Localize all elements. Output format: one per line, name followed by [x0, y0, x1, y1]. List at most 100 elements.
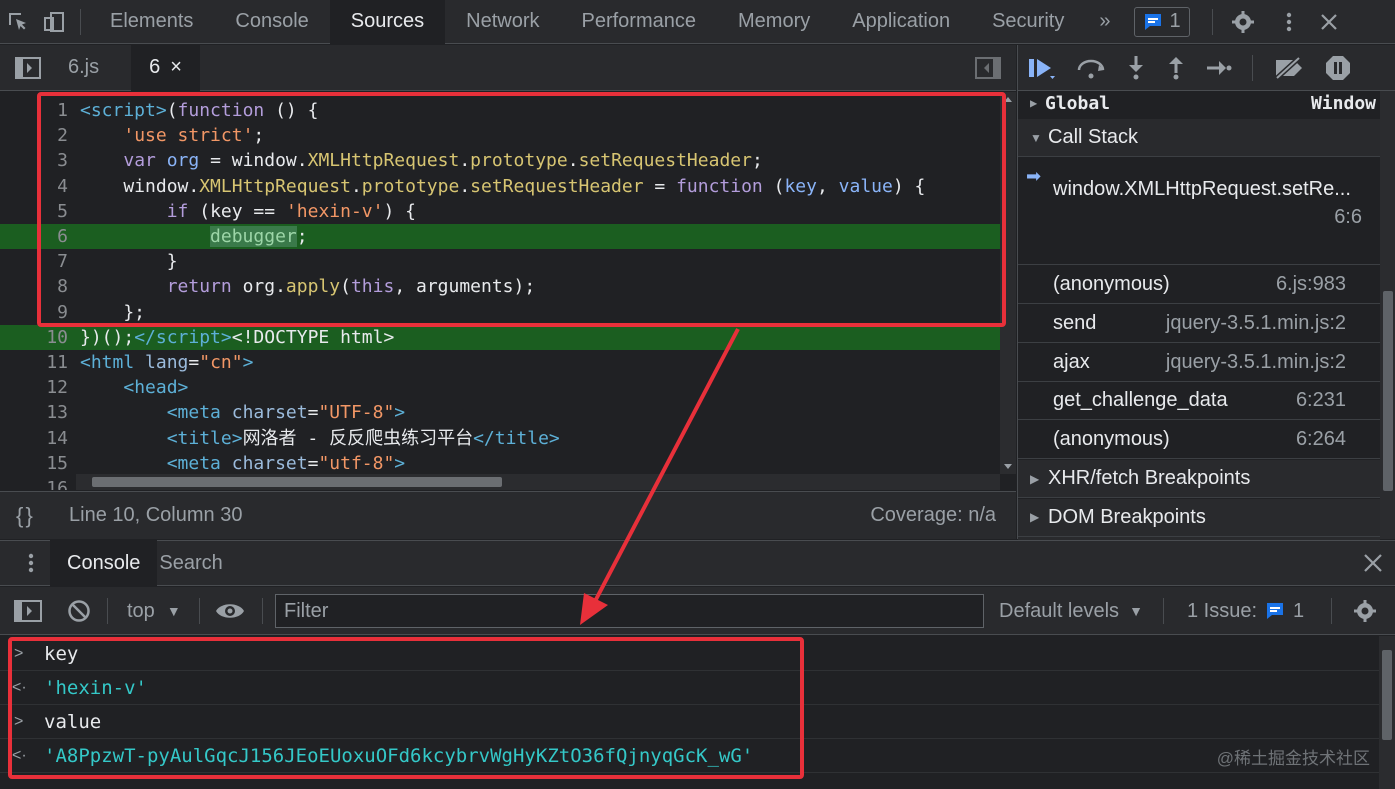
code-line[interactable]: 12 <head> — [0, 375, 1000, 400]
line-number[interactable]: 10 — [0, 325, 68, 350]
line-number[interactable]: 9 — [0, 300, 68, 325]
line-number[interactable]: 13 — [0, 400, 68, 425]
call-stack-frame[interactable]: (anonymous) 6:264 — [1018, 421, 1380, 459]
debugger-section-header[interactable]: ▶ DOM Breakpoints — [1018, 498, 1380, 537]
line-number[interactable]: 2 — [0, 123, 68, 148]
resume-icon[interactable] — [1028, 56, 1056, 80]
frame-location[interactable]: 6:231 — [1296, 389, 1346, 412]
step-out-icon[interactable] — [1166, 55, 1186, 81]
coverage-status[interactable]: Coverage: n/a — [870, 504, 996, 527]
scope-global[interactable]: ▶ Global Window — [1018, 91, 1380, 115]
console-sidebar-icon[interactable] — [14, 599, 42, 623]
close-drawer-icon[interactable] — [1345, 553, 1395, 573]
code-line[interactable]: 10})();</script><!DOCTYPE html> — [0, 324, 1000, 350]
clear-console-icon[interactable] — [67, 599, 91, 623]
frame-location[interactable]: jquery-3.5.1.min.js:2 — [1166, 312, 1346, 335]
console-scroll-thumb[interactable] — [1382, 650, 1392, 740]
frame-location[interactable]: 6:6 — [1334, 206, 1362, 229]
tab-security[interactable]: Security — [971, 0, 1085, 44]
frame-location[interactable]: 6:264 — [1296, 428, 1346, 451]
tab-sources[interactable]: Sources — [329, 0, 446, 44]
deactivate-breakpoints-icon[interactable] — [1273, 55, 1305, 80]
line-number[interactable]: 8 — [0, 274, 68, 299]
code-editor[interactable]: 1 <script>(function () {2 'use strict'; 3 … — [0, 92, 1016, 490]
file-tab-6[interactable]: 6 × — [131, 44, 200, 91]
call-stack-frame[interactable]: ajax jquery-3.5.1.min.js:2 — [1018, 344, 1380, 382]
console-input-line[interactable]: > value — [0, 705, 1380, 739]
frame-location[interactable]: 6.js:983 — [1276, 273, 1346, 296]
call-stack-frame[interactable]: ➡ window.XMLHttpRequest.setRe... 6:6 — [1018, 158, 1380, 265]
close-devtools-icon[interactable] — [1311, 0, 1347, 44]
console-scrollbar[interactable] — [1379, 636, 1395, 789]
console-input-line[interactable]: > key — [0, 637, 1380, 671]
tab-performance[interactable]: Performance — [561, 0, 718, 44]
toggle-navigator-icon[interactable] — [0, 46, 56, 90]
line-number[interactable]: 15 — [0, 451, 68, 476]
code-line[interactable]: 1 <script>(function () { — [0, 98, 1000, 123]
code-line[interactable]: 6 debugger; — [0, 224, 1000, 249]
debugger-section-header[interactable]: ▶ XHR/fetch Breakpoints — [1018, 460, 1380, 498]
code-line[interactable]: 7 } — [0, 249, 1000, 274]
step-icon[interactable] — [1206, 58, 1232, 78]
step-over-icon[interactable] — [1076, 56, 1106, 80]
more-options-icon[interactable] — [1271, 0, 1307, 44]
context-selector[interactable]: top ▼ — [127, 587, 181, 635]
code-line[interactable]: 11 <html lang="cn"> — [0, 350, 1000, 375]
close-tab-icon[interactable]: × — [170, 56, 182, 79]
drawer-menu-icon[interactable] — [0, 551, 50, 575]
call-stack-frame[interactable]: send jquery-3.5.1.min.js:2 — [1018, 305, 1380, 343]
live-expression-eye-icon[interactable] — [215, 599, 245, 623]
call-stack-frame[interactable]: (anonymous) 6.js:983 — [1018, 266, 1380, 304]
line-number[interactable]: 16 — [0, 476, 68, 490]
console-result-line[interactable]: <· 'hexin-v' — [0, 671, 1380, 705]
console-settings-gear-icon[interactable] — [1353, 599, 1377, 623]
device-toolbar-icon[interactable] — [36, 0, 72, 44]
tab-memory[interactable]: Memory — [717, 0, 831, 44]
line-number[interactable]: 11 — [0, 350, 68, 375]
horizontal-scrollbar[interactable] — [76, 474, 1000, 490]
code-line[interactable]: 4 window.XMLHttpRequest.prototype.setReq… — [0, 174, 1000, 199]
step-into-icon[interactable] — [1126, 55, 1146, 81]
line-number[interactable]: 14 — [0, 426, 68, 451]
file-tab-6js[interactable]: 6.js — [56, 45, 131, 91]
code-line[interactable]: 14 <title>网洛者 - 反反爬虫练习平台</title> — [0, 426, 1000, 451]
line-number[interactable]: 7 — [0, 249, 68, 274]
console-issues-button[interactable]: 1 Issue: 1 — [1187, 587, 1304, 635]
code-line[interactable]: 5 if (key == 'hexin-v') { — [0, 199, 1000, 224]
debugger-scrollbar[interactable] — [1380, 91, 1395, 539]
line-number[interactable]: 5 — [0, 199, 68, 224]
console-output[interactable]: > key <· 'hexin-v' > value <· 'A8PpzwT-pyAulGqc… — [0, 636, 1395, 789]
call-stack-header[interactable]: ▼ Call Stack — [1018, 119, 1380, 157]
inspect-element-icon[interactable] — [0, 0, 36, 44]
toggle-debugger-icon[interactable] — [960, 46, 1016, 90]
horizontal-scroll-thumb[interactable] — [92, 477, 502, 487]
code-line[interactable]: 2 'use strict'; — [0, 123, 1000, 148]
settings-gear-icon[interactable] — [1225, 0, 1261, 44]
code-line[interactable]: 15 <meta charset="utf-8"> — [0, 451, 1000, 476]
line-number[interactable]: 4 — [0, 174, 68, 199]
line-number[interactable]: 6 — [0, 224, 68, 249]
drawer-tab-console[interactable]: Console — [50, 540, 158, 586]
code-line[interactable]: 13 <meta charset="UTF-8"> — [0, 400, 1000, 425]
tab-elements[interactable]: Elements — [89, 0, 214, 44]
vertical-scrollbar[interactable] — [1000, 92, 1016, 474]
pretty-print-button[interactable]: { } — [16, 503, 33, 529]
code-line[interactable]: 8 return org.apply(this, arguments); — [0, 274, 1000, 299]
console-result-line[interactable]: <· 'A8PpzwT-pyAulGqcJ156JEoEUoxuOFd6kcybr… — [0, 739, 1380, 773]
log-levels-dropdown[interactable]: Default levels ▼ — [999, 587, 1143, 635]
tab-console[interactable]: Console — [214, 0, 329, 44]
drawer-tab-search[interactable]: Search — [157, 540, 239, 586]
debugger-scroll-thumb[interactable] — [1383, 291, 1393, 491]
frame-location[interactable]: jquery-3.5.1.min.js:2 — [1166, 351, 1346, 374]
line-number[interactable]: 12 — [0, 375, 68, 400]
line-number[interactable]: 1 — [0, 98, 68, 123]
tab-application[interactable]: Application — [831, 0, 971, 44]
issues-badge-button[interactable]: 1 — [1134, 6, 1190, 37]
line-number[interactable]: 3 — [0, 148, 68, 173]
call-stack-frame[interactable]: get_challenge_data 6:231 — [1018, 382, 1380, 420]
code-line[interactable]: 9 }; — [0, 300, 1000, 325]
more-tabs-button[interactable]: » — [1085, 0, 1124, 44]
tab-network[interactable]: Network — [445, 0, 560, 44]
pause-on-exceptions-icon[interactable] — [1325, 55, 1351, 81]
code-line[interactable]: 3 var org = window.XMLHttpRequest.protot… — [0, 148, 1000, 173]
